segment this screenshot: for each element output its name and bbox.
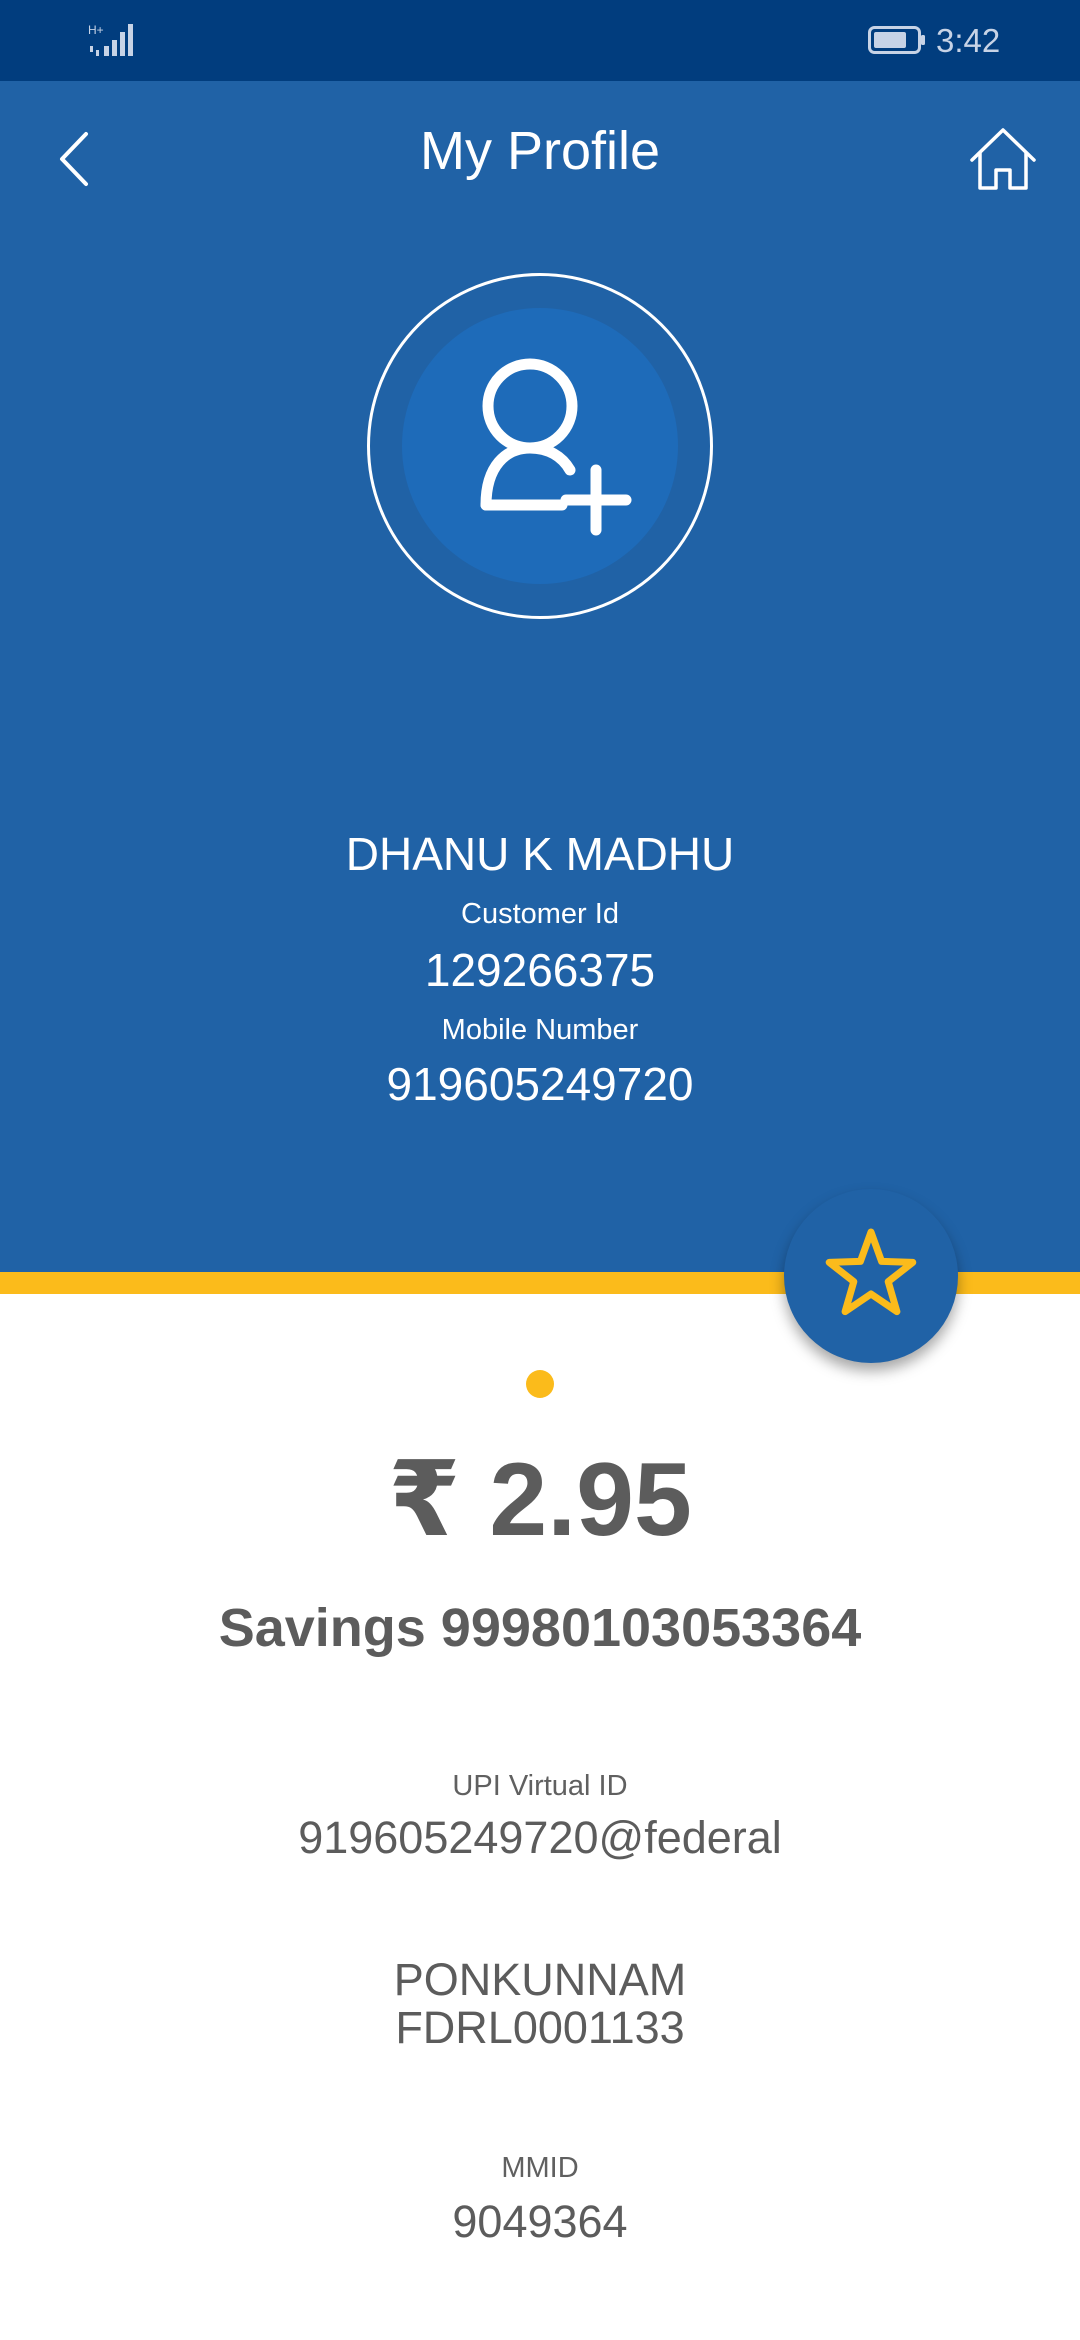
- mobile-number-label: Mobile Number: [441, 1014, 639, 1046]
- customer-id-label: Customer Id: [461, 898, 619, 930]
- status-bar: H+ 3:42: [0, 0, 1080, 81]
- home-icon[interactable]: [968, 126, 1038, 192]
- star-icon: [825, 1228, 917, 1316]
- mmid-value: 9049364: [452, 2196, 628, 2247]
- account-number: Savings 99980103053364: [218, 1598, 862, 1658]
- mobile-number-value: 919605249720: [386, 1058, 694, 1110]
- branch-name: PONKUNNAM: [393, 1954, 687, 2005]
- page-indicator-dot: [526, 1370, 554, 1398]
- status-time: 3:42: [936, 22, 1001, 59]
- avatar[interactable]: [367, 273, 713, 619]
- customer-name: DHANU K MADHU: [345, 828, 735, 880]
- customer-id-value: 129266375: [424, 944, 656, 996]
- ifsc-code: FDRL0001133: [395, 2002, 685, 2053]
- mmid-label: MMID: [501, 2152, 579, 2184]
- avatar-circle: [402, 308, 678, 584]
- signal-icon: H+: [88, 23, 133, 56]
- favorite-button[interactable]: [784, 1189, 958, 1363]
- add-user-icon: [480, 358, 632, 536]
- page-title: My Profile: [419, 121, 661, 181]
- upi-id-label: UPI Virtual ID: [452, 1770, 628, 1802]
- network-type-label: H+: [88, 23, 104, 37]
- upi-id-value[interactable]: 919605249720@federal: [0, 1812, 1080, 1864]
- account-balance: ₹ 2.95: [388, 1442, 692, 1558]
- battery-icon: [868, 26, 925, 54]
